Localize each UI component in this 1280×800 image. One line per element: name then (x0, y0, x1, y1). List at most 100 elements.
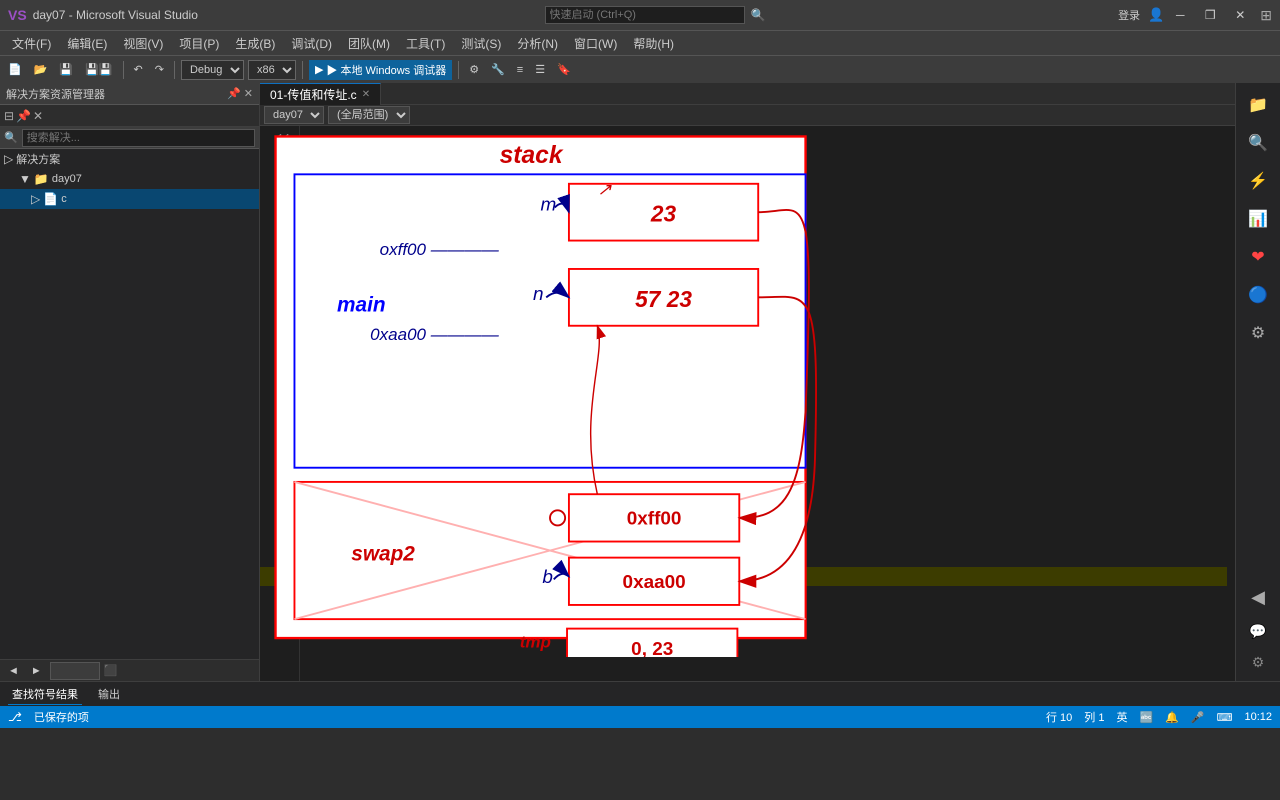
ln-30: 30 (260, 491, 291, 510)
editor-container: 01-传值和传址.c ✕ day07 (全局范围) 11 12 13 14 15… (260, 83, 1235, 681)
git-icon: ⎇ (8, 710, 22, 724)
ln-34: 34 (260, 567, 291, 586)
collapse-panel-icon[interactable]: ◀ (1240, 579, 1276, 615)
bottom-tab-find[interactable]: 查找符号结果 (8, 684, 82, 705)
rs-icon-6[interactable]: 🔵 (1240, 277, 1276, 313)
menu-test[interactable]: 测试(S) (453, 33, 509, 54)
open-button[interactable]: 📂 (30, 59, 52, 81)
tab-close-icon[interactable]: ✕ (362, 89, 370, 100)
menu-team[interactable]: 团队(M) (340, 33, 398, 54)
toolbar-btn-2[interactable]: 🔧 (487, 59, 509, 81)
tree-item-day07[interactable]: ▼ 📁 day07 (0, 169, 259, 189)
menu-tools[interactable]: 工具(T) (398, 33, 453, 54)
code-line-21 (308, 320, 1227, 339)
notification-icon: 🔔 (1165, 711, 1179, 724)
mic-icon: 🎤 (1191, 711, 1205, 724)
debug-config-dropdown[interactable]: Debug (181, 60, 244, 80)
zoom-input[interactable]: 141 % (50, 662, 100, 680)
rs-icon-1[interactable]: 📁 (1240, 87, 1276, 123)
dock-controls: ⊟ 📌 ✕ (0, 105, 259, 127)
left-panel: 解决方案资源管理器 📌 ✕ ⊟ 📌 ✕ 🔍 ▷ 解决方案 ▼ 📁 (0, 83, 260, 681)
menu-debug[interactable]: 调试(D) (283, 33, 340, 54)
file-icon: 📄 (43, 192, 58, 206)
menu-project[interactable]: 项目(P) (171, 33, 227, 54)
menu-view[interactable]: 视图(V) (115, 33, 171, 54)
status-right: 行 10 列 1 英 🔤 🔔 🎤 ⌨ 10:12 (1046, 709, 1272, 725)
toolbar-btn-1[interactable]: ⚙ (465, 59, 483, 81)
feedback-icon[interactable]: 💬 (1240, 617, 1276, 646)
user-login[interactable]: 登录 (1112, 7, 1146, 23)
search-box: 🔍 (0, 127, 259, 149)
scope-dropdown[interactable]: day07 (264, 106, 324, 124)
menu-file[interactable]: 文件(F) (4, 33, 59, 54)
ime-icon: 🔤 (1139, 711, 1153, 724)
code-line-20: swap2(&m, &n); ✓ (308, 301, 1227, 320)
minimize-button[interactable]: ─ (1166, 5, 1194, 25)
platform-dropdown[interactable]: x86 (248, 60, 296, 80)
dock-icon[interactable]: ⊟ (4, 109, 14, 123)
code-line-15 (308, 206, 1227, 225)
code-content[interactable]: ⊟int main(void) { int m = 23; int n = 57… (300, 126, 1235, 681)
save-all-button[interactable]: 💾💾 (81, 59, 116, 81)
tree-item-c[interactable]: ▷ 📄 c (0, 189, 259, 209)
rs-icon-7[interactable]: ⚙ (1240, 315, 1276, 351)
rs-icon-5[interactable]: ❤ (1240, 239, 1276, 275)
chevron-right-icon: ▷ (4, 152, 13, 166)
menu-help[interactable]: 帮助(H) (625, 33, 682, 54)
undo-button[interactable]: ↶ (130, 59, 147, 81)
ln-18: 18 (260, 263, 291, 282)
auto-hide-icon[interactable]: 📌 (16, 109, 31, 123)
ln-29: 29 (260, 472, 291, 491)
start-debug-button[interactable]: ▶ ▶ 本地 Windows 调试器 (309, 60, 452, 80)
settings-icon[interactable]: ⚙ (1240, 648, 1276, 677)
rs-icon-2[interactable]: 🔍 (1240, 125, 1276, 161)
tree-item-solution[interactable]: ▷ 解决方案 (0, 149, 259, 169)
status-row: 行 10 (1046, 709, 1072, 725)
new-project-button[interactable]: 📄 (4, 59, 26, 81)
search-solution-input[interactable] (22, 129, 255, 147)
ln-13: 13 (260, 168, 291, 187)
ln-14: 14 (260, 187, 291, 206)
zoom-in-button[interactable]: ► (27, 660, 46, 682)
folder-icon: 📁 (34, 172, 49, 186)
status-col: 列 1 (1084, 709, 1104, 725)
status-time: 10:12 (1244, 711, 1272, 723)
function-dropdown[interactable]: (全局范围) (328, 106, 410, 124)
save-button[interactable]: 💾 (55, 59, 77, 81)
code-line-24: system("pause"); (308, 377, 1227, 396)
menu-build[interactable]: 生成(B) (227, 33, 283, 54)
status-left: ⎇ 已保存的项 (8, 709, 89, 725)
quick-launch-input[interactable] (545, 6, 745, 24)
toolbar-btn-3[interactable]: ≡ (513, 59, 527, 81)
rs-icon-3[interactable]: ⚡ (1240, 163, 1276, 199)
tab-main-file[interactable]: 01-传值和传址.c ✕ (260, 83, 381, 105)
statusbar: ⎇ 已保存的项 行 10 列 1 英 🔤 🔔 🎤 ⌨ 10:12 (0, 706, 1280, 728)
redo-button[interactable]: ↷ (151, 59, 168, 81)
close-panel-icon[interactable]: ✕ (33, 109, 43, 123)
close-button[interactable]: ✕ (1226, 5, 1254, 25)
code-line-11: ⊟int main(void) (308, 130, 1227, 149)
chevron-right-icon-2: ▷ (31, 192, 40, 206)
start-debug-label: ▶ 本地 Windows 调试器 (326, 62, 446, 78)
ln-33: 33 (260, 548, 291, 567)
bottom-panel: 查找符号结果 输出 (0, 681, 1280, 706)
code-line-22: printf("--after-- m = %d, n = %d\n", m, … (308, 339, 1227, 358)
header-close-icon[interactable]: ✕ (244, 87, 253, 100)
rs-icon-4[interactable]: 📊 (1240, 201, 1276, 237)
toolbar-sep-4 (458, 61, 459, 79)
bottom-tab-output[interactable]: 输出 (94, 684, 124, 704)
zoom-out-button[interactable]: ◄ (4, 660, 23, 682)
bookmark-button[interactable]: 🔖 (553, 59, 575, 81)
pin-icon[interactable]: 📌 (227, 87, 241, 100)
solution-tree: ▷ 解决方案 ▼ 📁 day07 ▷ 📄 c (0, 149, 259, 659)
day07-label: day07 (52, 173, 82, 185)
maximize-button[interactable]: ❒ (1196, 5, 1224, 25)
toolbar-btn-4[interactable]: ☰ (531, 59, 549, 81)
menu-window[interactable]: 窗口(W) (566, 33, 625, 54)
menu-edit[interactable]: 编辑(E) (59, 33, 115, 54)
keyboard-icon: ⌨ (1217, 711, 1233, 724)
solution-explorer-header: 解决方案资源管理器 📌 ✕ (0, 83, 259, 105)
menu-analyze[interactable]: 分析(N) (509, 33, 566, 54)
person-icon: 👤 (1148, 7, 1164, 23)
ln-32: 32 (260, 529, 291, 548)
